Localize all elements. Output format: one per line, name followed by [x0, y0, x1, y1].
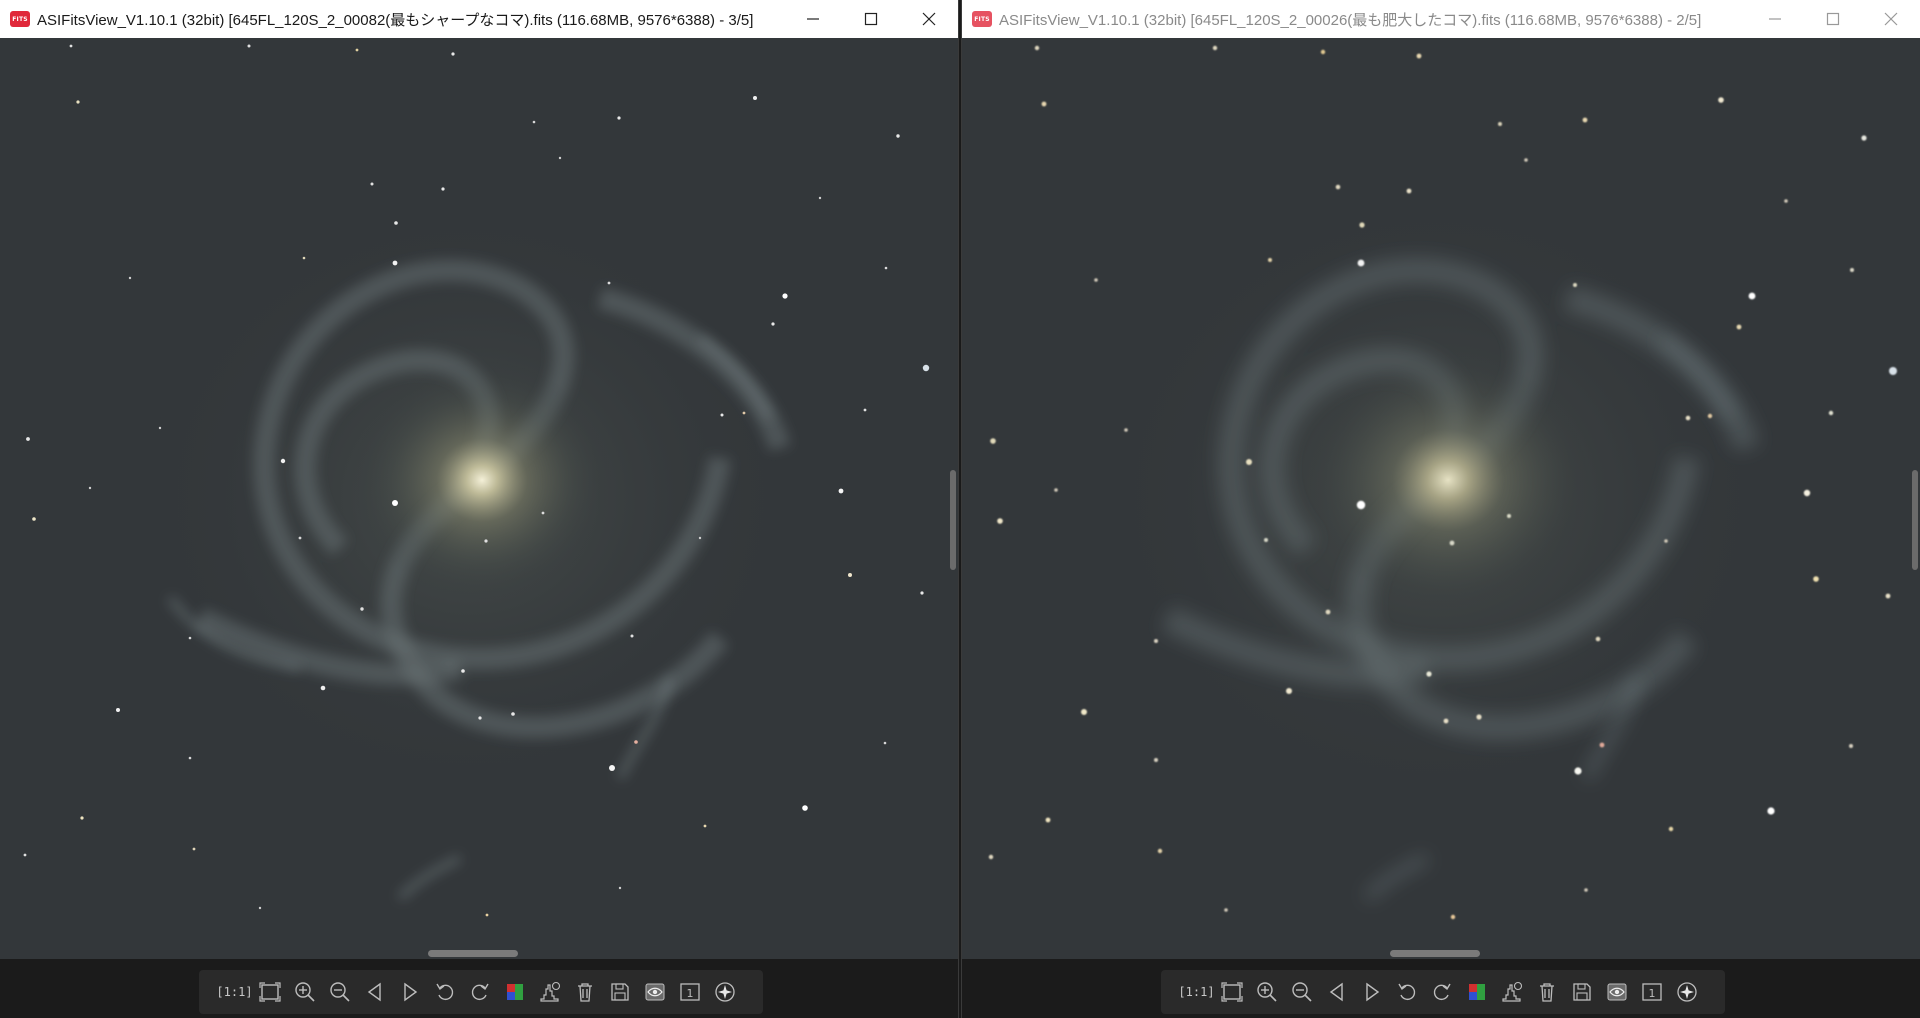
viewer-window-right[interactable]: FITS ASIFitsView_V1.10.1 (32bit) [645FL_…	[961, 0, 1920, 1018]
trash-icon	[577, 983, 592, 1002]
color-channel-button[interactable]	[1459, 975, 1494, 1009]
window-controls	[1746, 0, 1920, 38]
floppy-disk-icon	[1572, 983, 1591, 1001]
window-title: ASIFitsView_V1.10.1 (32bit) [645FL_120S_…	[37, 11, 754, 29]
trash-icon	[1539, 983, 1554, 1002]
frame-box-icon: 1	[679, 983, 700, 1001]
zoom-out-button[interactable]	[322, 975, 357, 1009]
desktop: FITS ASIFitsView_V1.10.1 (32bit) [645FL_…	[0, 0, 1920, 1018]
actual-size-label: [1:1]	[216, 985, 253, 999]
annotation-button[interactable]	[637, 975, 672, 1009]
actual-size-button[interactable]: [1:1]	[1178, 975, 1215, 1009]
rgb-channels-icon	[506, 984, 523, 1000]
sparkle-icon	[714, 982, 735, 1002]
actual-size-button[interactable]: [1:1]	[216, 975, 253, 1009]
histogram-auto-icon	[1501, 981, 1522, 1002]
save-button[interactable]	[602, 975, 637, 1009]
title-bar[interactable]: FITS ASIFitsView_V1.10.1 (32bit) [645FL_…	[962, 0, 1920, 38]
frame-indicator-button[interactable]: 1	[1634, 975, 1669, 1009]
image-viewport[interactable]	[962, 38, 1920, 959]
horizontal-scrollbar[interactable]	[428, 950, 518, 957]
annotation-button[interactable]	[1599, 975, 1634, 1009]
rotate-right-button[interactable]	[1424, 975, 1459, 1009]
close-icon	[1884, 12, 1898, 26]
save-button[interactable]	[1564, 975, 1599, 1009]
delete-button[interactable]	[567, 975, 602, 1009]
auto-stretch-button[interactable]	[532, 975, 567, 1009]
horizontal-scrollbar[interactable]	[1390, 950, 1480, 957]
rotate-left-icon	[435, 983, 453, 1001]
app-icon: FITS	[10, 11, 30, 27]
minimize-icon	[1769, 18, 1781, 20]
image-viewport[interactable]	[0, 38, 958, 959]
previous-button[interactable]	[357, 975, 392, 1009]
star-detect-button[interactable]	[1669, 975, 1704, 1009]
minimize-icon	[807, 18, 819, 20]
next-button[interactable]	[392, 975, 427, 1009]
auto-stretch-button[interactable]	[1494, 975, 1529, 1009]
color-channel-button[interactable]	[497, 975, 532, 1009]
rotate-right-icon	[1433, 983, 1451, 1001]
maximize-button[interactable]	[1804, 0, 1862, 38]
zoom-out-button[interactable]	[1284, 975, 1319, 1009]
actual-size-text: 1:1	[223, 985, 246, 999]
previous-button[interactable]	[1319, 975, 1354, 1009]
maximize-icon	[864, 12, 878, 26]
rotate-left-button[interactable]	[1389, 975, 1424, 1009]
zoom-in-button[interactable]	[1249, 975, 1284, 1009]
floppy-disk-icon	[610, 983, 629, 1001]
fit-window-button[interactable]	[1214, 975, 1249, 1009]
zoom-in-icon	[1256, 982, 1277, 1002]
rotate-left-icon	[1397, 983, 1415, 1001]
sky-eye-icon	[1607, 983, 1626, 1001]
frame-number: 1	[1648, 987, 1655, 1000]
window-title: ASIFitsView_V1.10.1 (32bit) [645FL_120S_…	[999, 11, 1702, 29]
delete-button[interactable]	[1529, 975, 1564, 1009]
rotate-right-icon	[471, 983, 489, 1001]
actual-size-text: 1:1	[1185, 985, 1208, 999]
viewer-toolbar: [1:1] 1	[1161, 970, 1725, 1014]
sparkle-icon	[1676, 982, 1697, 1002]
triangle-left-icon	[1329, 982, 1343, 1002]
histogram-auto-icon	[539, 981, 560, 1002]
vertical-scrollbar[interactable]	[950, 470, 956, 570]
minimize-button[interactable]	[1746, 0, 1804, 38]
rgb-channels-icon	[1468, 984, 1485, 1000]
zoom-in-button[interactable]	[287, 975, 322, 1009]
star-detect-button[interactable]	[707, 975, 742, 1009]
vertical-scrollbar[interactable]	[1912, 470, 1918, 570]
viewer-toolbar: [1:1] 1	[199, 970, 763, 1014]
fit-window-icon	[258, 982, 281, 1002]
viewer-window-left[interactable]: FITS ASIFitsView_V1.10.1 (32bit) [645FL_…	[0, 0, 959, 1018]
minimize-button[interactable]	[784, 0, 842, 38]
frame-box-icon: 1	[1641, 983, 1662, 1001]
rotate-left-button[interactable]	[427, 975, 462, 1009]
maximize-button[interactable]	[842, 0, 900, 38]
actual-size-label: [1:1]	[1178, 985, 1215, 999]
close-button[interactable]	[900, 0, 958, 38]
galaxy-image	[0, 38, 958, 959]
bottom-bar: [1:1] 1	[962, 959, 1920, 1018]
fit-window-icon	[1220, 982, 1243, 1002]
close-button[interactable]	[1862, 0, 1920, 38]
zoom-in-icon	[294, 982, 315, 1002]
app-icon: FITS	[972, 11, 992, 27]
zoom-out-icon	[1291, 982, 1312, 1002]
next-button[interactable]	[1354, 975, 1389, 1009]
triangle-left-icon	[367, 982, 381, 1002]
bottom-bar: [1:1] 1	[0, 959, 958, 1018]
maximize-icon	[1826, 12, 1840, 26]
fit-window-button[interactable]	[252, 975, 287, 1009]
frame-indicator-button[interactable]: 1	[672, 975, 707, 1009]
frame-number: 1	[686, 987, 693, 1000]
sky-eye-icon	[645, 983, 664, 1001]
triangle-right-icon	[1365, 982, 1379, 1002]
rotate-right-button[interactable]	[462, 975, 497, 1009]
close-icon	[922, 12, 936, 26]
window-controls	[784, 0, 958, 38]
zoom-out-icon	[329, 982, 350, 1002]
title-bar[interactable]: FITS ASIFitsView_V1.10.1 (32bit) [645FL_…	[0, 0, 958, 38]
triangle-right-icon	[403, 982, 417, 1002]
galaxy-image	[962, 38, 1920, 959]
